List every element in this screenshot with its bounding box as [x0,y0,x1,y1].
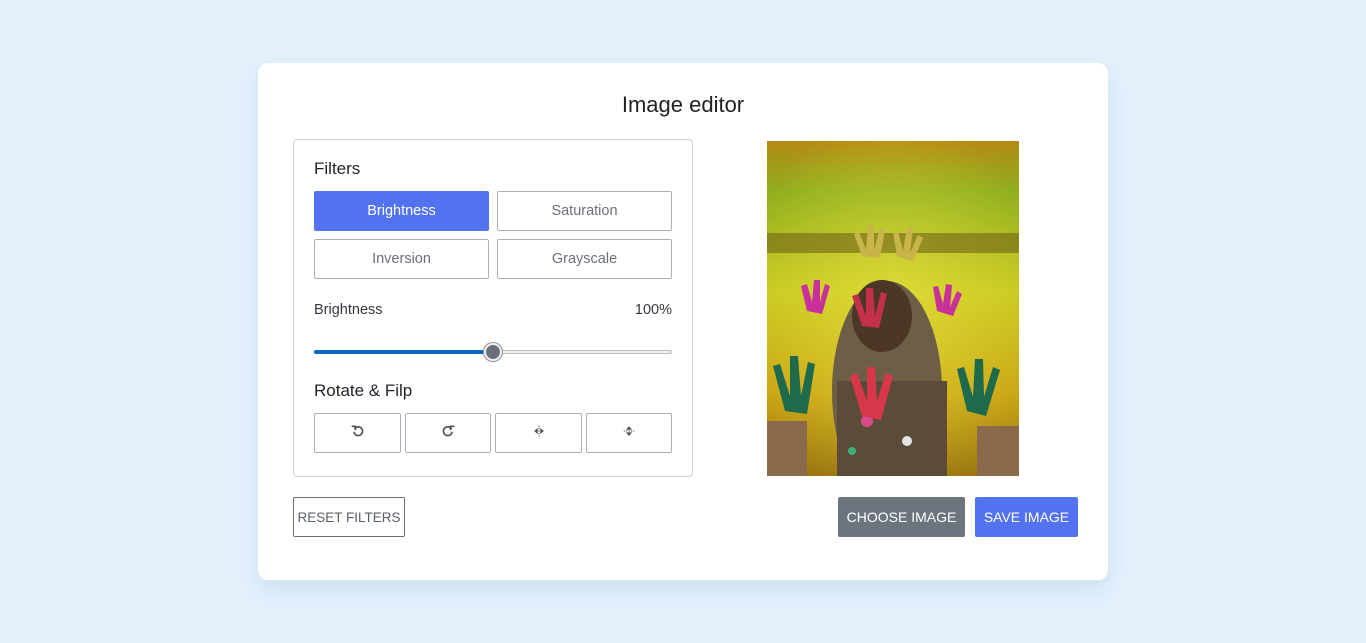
rotate-right-icon [441,424,455,443]
rotate-right-button[interactable] [405,413,491,453]
rotate-heading: Rotate & Filp [314,381,413,400]
save-image-button[interactable]: SAVE IMAGE [975,497,1078,537]
rotate-left-button[interactable] [314,413,401,453]
editor-card: Image editor Filters Brightness Saturati… [258,63,1108,580]
controls-panel: Filters Brightness Saturation Inversion … [293,139,693,477]
choose-image-button[interactable]: CHOOSE IMAGE [838,497,965,537]
preview-photo [767,141,1019,476]
reset-filters-button[interactable]: RESET FILTERS [293,497,405,537]
filter-saturation-button[interactable]: Saturation [497,191,672,231]
slider-fill [314,350,493,354]
slider-value: 100% [634,302,672,318]
filter-grayscale-button[interactable]: Grayscale [497,239,672,279]
slider-name: Brightness [314,302,383,318]
flip-vertical-icon [622,424,636,443]
filters-heading: Filters [314,159,361,178]
brightness-slider[interactable] [314,342,672,362]
flip-vertical-button[interactable] [586,413,672,453]
flip-horizontal-icon [532,424,546,443]
image-preview [767,141,1019,476]
filter-brightness-button[interactable]: Brightness [314,191,489,231]
rotate-left-icon [351,424,365,443]
slider-thumb[interactable] [484,343,502,361]
flip-horizontal-button[interactable] [495,413,582,453]
filter-inversion-button[interactable]: Inversion [314,239,489,279]
page-title: Image editor [621,92,745,117]
